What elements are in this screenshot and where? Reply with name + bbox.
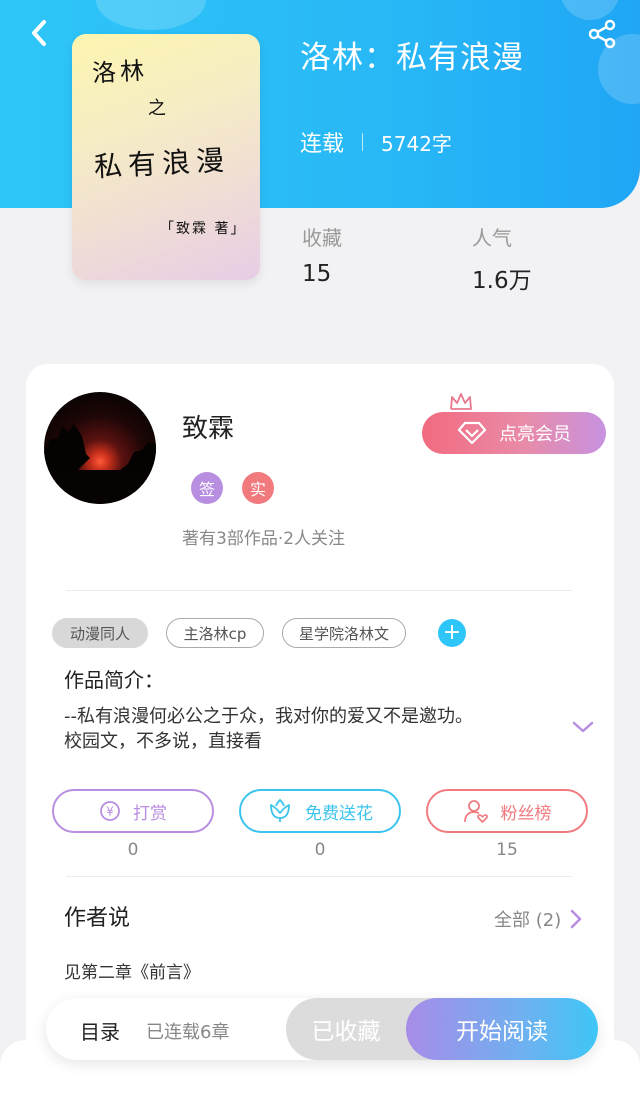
start-reading-button[interactable]: 开始阅读 [406, 998, 598, 1060]
tip-button[interactable]: ¥ 打赏 [52, 789, 214, 833]
book-cover[interactable]: 洛林 之 私有浪漫 「致霖 著」 [72, 34, 260, 280]
intro-text: --私有浪漫何必公之于众，我对你的爱又不是邀功。 校园文，不多说，直接看 [64, 704, 564, 754]
vip-button-label: 点亮会员 [499, 424, 571, 445]
stat-popularity: 人气 1.6万 [472, 222, 532, 295]
cover-title-line: 之 [148, 98, 166, 119]
word-count: 5742字 [381, 131, 452, 156]
add-tag-button[interactable]: + [438, 619, 466, 647]
intro-line: --私有浪漫何必公之于众，我对你的爱又不是邀功。 [64, 706, 473, 727]
share-icon [588, 19, 616, 49]
yen-coin-icon: ¥ [99, 800, 121, 822]
toc-button[interactable]: 目录 [80, 1016, 120, 1045]
stat-value: 15 [302, 261, 332, 287]
send-flower-button[interactable]: 免费送花 [239, 789, 401, 833]
book-title: 洛林：私有浪漫 [300, 40, 524, 76]
chapter-count: 已连载6章 [146, 1022, 230, 1043]
divider [362, 133, 364, 151]
author-says-all-link[interactable]: 全部 (2) [494, 906, 583, 932]
chevron-left-icon [32, 20, 46, 46]
decor-bubble [96, 0, 206, 30]
verified-badge: 实 [242, 472, 274, 504]
cover-author: 「致霖 著」 [160, 221, 247, 237]
chevron-down-icon [572, 721, 594, 733]
chevron-right-icon [570, 909, 582, 929]
diamond-icon [457, 421, 487, 445]
svg-text:¥: ¥ [106, 805, 114, 819]
author-says-all-label: 全部 (2) [494, 910, 562, 931]
intro-title: 作品简介： [64, 668, 164, 692]
expand-intro-button[interactable] [570, 718, 596, 740]
author-name[interactable]: 致霖 [182, 408, 234, 445]
fan-ranking-button-label: 粉丝榜 [500, 803, 552, 824]
stat-label: 收藏 [302, 226, 342, 250]
cover-title-line: 洛林 [91, 56, 149, 88]
book-status: 连载 [300, 132, 345, 157]
flower-count: 0 [314, 840, 326, 860]
stat-favorites: 收藏 15 [302, 222, 342, 287]
flower-icon [267, 799, 293, 823]
bottom-action-bar: 目录 已连载6章 已收藏 开始阅读 [46, 998, 598, 1060]
avatar-silhouette [44, 424, 156, 504]
signed-badge: 签 [191, 472, 223, 504]
author-says-title: 作者说 [64, 906, 131, 931]
send-flower-button-label: 免费送花 [305, 803, 373, 824]
tag-star-academy[interactable]: 星学院洛林文 [282, 618, 406, 648]
collected-button-label: 已收藏 [311, 1019, 381, 1045]
plus-icon: + [442, 620, 462, 645]
author-avatar[interactable] [44, 392, 156, 504]
book-meta: 连载 5742字 [300, 126, 452, 158]
tip-button-label: 打赏 [133, 803, 167, 824]
tag-main-cp[interactable]: 主洛林cp [166, 618, 264, 648]
user-heart-icon [463, 798, 489, 824]
fan-count: 15 [496, 840, 518, 860]
tip-count: 0 [127, 840, 139, 860]
stat-value: 1.6万 [472, 268, 532, 294]
divider [66, 876, 572, 877]
author-says-text: 见第二章《前言》 [64, 963, 200, 983]
back-button[interactable] [22, 16, 56, 50]
vip-button[interactable]: 点亮会员 [422, 412, 606, 454]
divider [66, 590, 572, 591]
fan-ranking-button[interactable]: 粉丝榜 [426, 789, 588, 833]
share-button[interactable] [584, 16, 620, 52]
crown-icon [450, 393, 472, 410]
tag-anime-fanfic[interactable]: 动漫同人 [52, 618, 148, 648]
intro-line: 校园文，不多说，直接看 [64, 731, 262, 752]
author-stats: 著有3部作品·2人关注 [182, 529, 346, 549]
cover-title-line: 私有浪漫 [93, 143, 231, 184]
stat-label: 人气 [472, 226, 512, 250]
